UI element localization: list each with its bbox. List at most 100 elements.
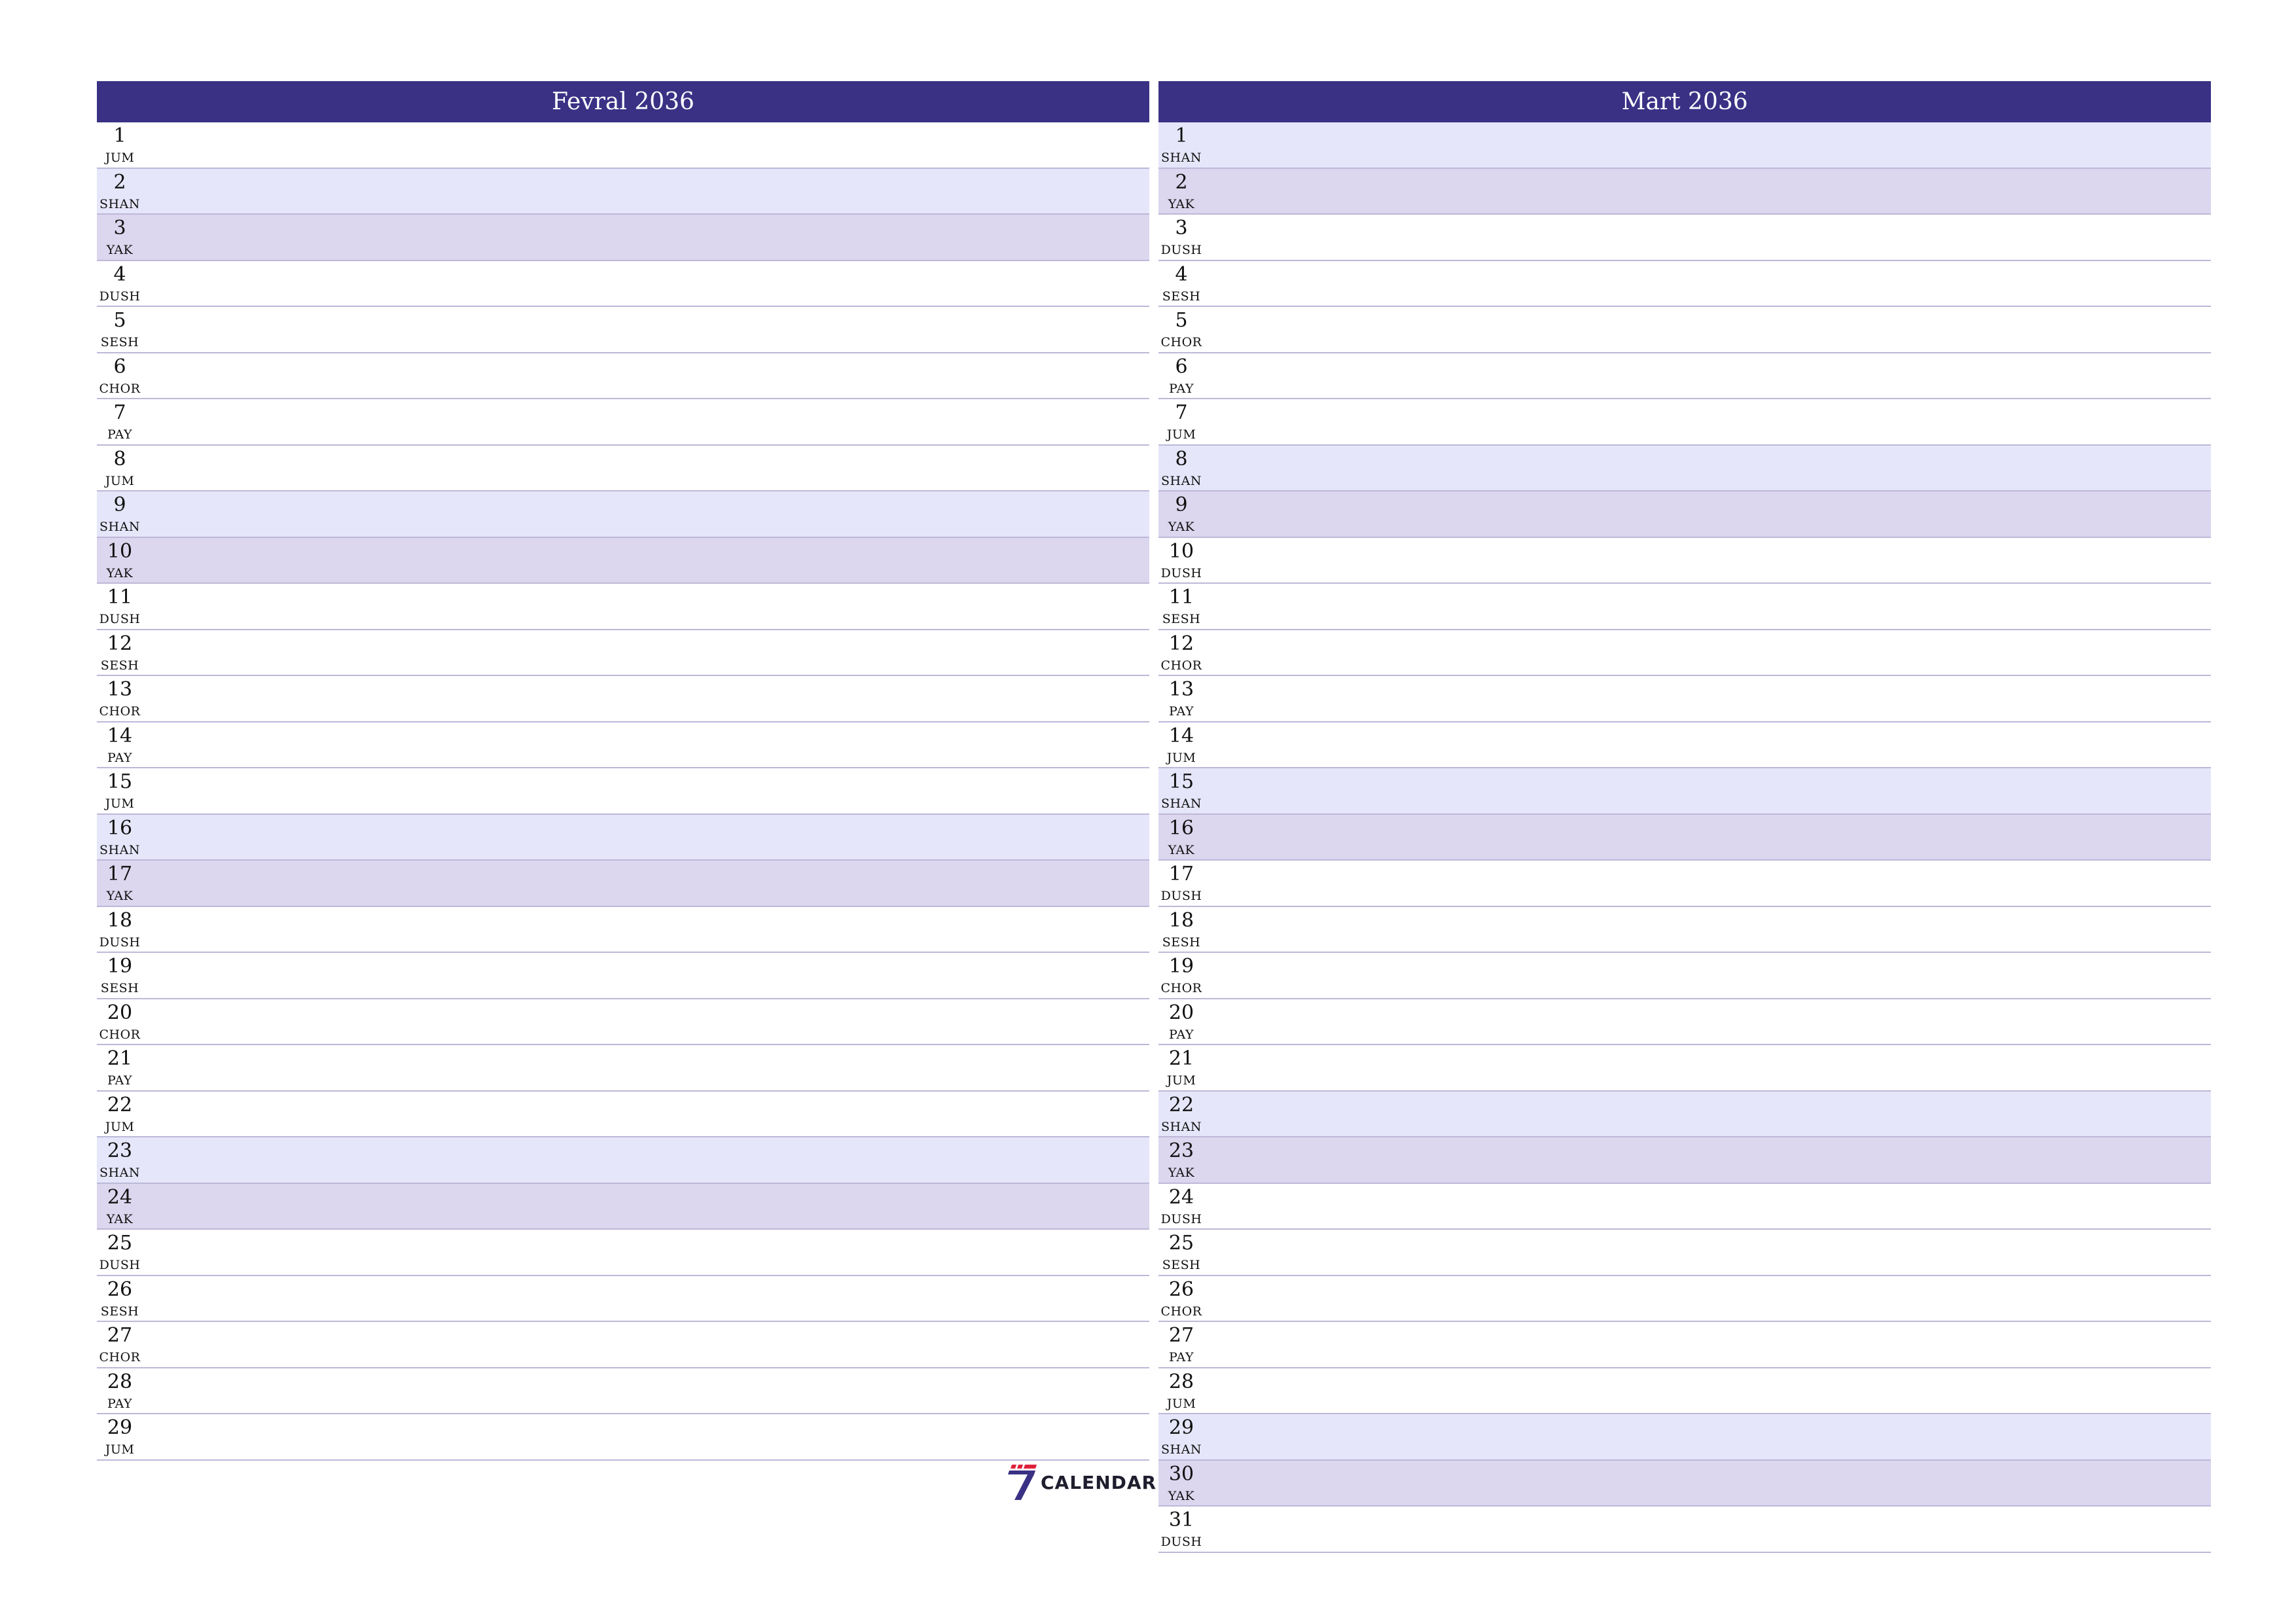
weekday-label: SESH xyxy=(1162,1258,1201,1272)
day-number: 8 xyxy=(1175,447,1188,471)
day-number: 27 xyxy=(107,1324,133,1347)
day-row: 6 PAY xyxy=(1158,353,2211,399)
day-list: 1 JUM 2 SHAN 3 YAK 4 DUSH 5 SESH 6 CHOR 7 PAY 8 JUM 9 SHA… xyxy=(97,122,1149,1461)
day-row: 14 JUM xyxy=(1158,722,2211,768)
day-number: 12 xyxy=(1168,632,1194,655)
day-number: 17 xyxy=(107,863,133,885)
weekday-label: YAK xyxy=(106,243,134,257)
weekday-label: SESH xyxy=(100,1304,139,1319)
day-row: 3 DUSH xyxy=(1158,215,2211,261)
day-number: 21 xyxy=(1168,1047,1194,1070)
weekday-label: YAK xyxy=(1168,1488,1195,1503)
weekday-label: DUSH xyxy=(99,1258,141,1272)
weekday-label: PAY xyxy=(107,427,133,442)
day-row: 3 YAK xyxy=(97,215,1149,261)
day-number: 25 xyxy=(107,1232,133,1255)
day-row: 4 SESH xyxy=(1158,260,2211,307)
day-row: 10 YAK xyxy=(97,537,1149,584)
day-number: 28 xyxy=(107,1370,133,1393)
brand-logo: CALENDAR xyxy=(1008,1465,1157,1500)
day-number: 26 xyxy=(107,1277,133,1301)
day-number: 22 xyxy=(1168,1093,1194,1116)
day-number: 20 xyxy=(1168,1001,1194,1024)
weekday-label: SESH xyxy=(100,658,139,673)
day-row: 24 DUSH xyxy=(1158,1183,2211,1230)
day-number: 24 xyxy=(1168,1185,1194,1209)
day-number: 29 xyxy=(107,1416,133,1439)
day-row: 19 CHOR xyxy=(1158,953,2211,999)
day-list: 1 SHAN 2 YAK 3 DUSH 4 SESH 5 CHOR 6 PAY 7 JUM 8 SHAN 9 YA… xyxy=(1158,122,2211,1553)
day-row: 28 PAY xyxy=(97,1368,1149,1414)
day-number: 18 xyxy=(1168,908,1194,932)
day-number: 1 xyxy=(113,124,126,147)
weekday-label: PAY xyxy=(1168,381,1194,396)
day-row: 21 PAY xyxy=(97,1045,1149,1092)
weekday-label: JUM xyxy=(105,1442,135,1457)
weekday-label: YAK xyxy=(1168,842,1195,857)
day-row: 20 CHOR xyxy=(97,999,1149,1045)
day-number: 23 xyxy=(107,1139,133,1162)
day-row: 1 SHAN xyxy=(1158,122,2211,169)
weekday-label: SHAN xyxy=(1161,796,1202,811)
day-row: 13 CHOR xyxy=(97,676,1149,722)
weekday-label: CHOR xyxy=(1160,335,1202,349)
day-row: 10 DUSH xyxy=(1158,537,2211,584)
weekday-label: DUSH xyxy=(1160,243,1202,257)
day-number: 4 xyxy=(113,262,126,286)
weekday-label: DUSH xyxy=(1160,565,1202,580)
weekday-label: DUSH xyxy=(1160,1211,1202,1226)
day-row: 12 SESH xyxy=(97,630,1149,676)
weekday-label: SESH xyxy=(1162,289,1201,304)
day-number: 16 xyxy=(107,816,133,840)
weekday-label: DUSH xyxy=(1160,889,1202,903)
day-row: 2 SHAN xyxy=(97,168,1149,215)
weekday-label: CHOR xyxy=(99,1350,141,1364)
day-row: 7 PAY xyxy=(97,399,1149,446)
weekday-label: YAK xyxy=(106,889,134,903)
day-row: 24 YAK xyxy=(97,1183,1149,1230)
day-row: 28 JUM xyxy=(1158,1368,2211,1414)
day-number: 15 xyxy=(1168,770,1194,793)
day-row: 11 SESH xyxy=(1158,584,2211,630)
weekday-label: CHOR xyxy=(99,381,141,396)
day-row: 16 YAK xyxy=(1158,814,2211,861)
day-number: 28 xyxy=(1168,1370,1194,1393)
seven-logo-icon xyxy=(1008,1465,1037,1500)
day-number: 10 xyxy=(107,539,133,563)
day-row: 29 SHAN xyxy=(1158,1414,2211,1461)
day-number: 21 xyxy=(107,1047,133,1070)
weekday-label: YAK xyxy=(1168,520,1195,534)
day-row: 27 PAY xyxy=(1158,1322,2211,1368)
day-row: 12 CHOR xyxy=(1158,630,2211,676)
day-number: 18 xyxy=(107,908,133,932)
day-number: 1 xyxy=(1175,124,1188,147)
day-number: 8 xyxy=(113,447,126,471)
day-row: 23 YAK xyxy=(1158,1137,2211,1184)
weekday-label: JUM xyxy=(105,151,135,165)
day-row: 5 CHOR xyxy=(1158,307,2211,353)
day-number: 23 xyxy=(1168,1139,1194,1162)
day-row: 16 SHAN xyxy=(97,814,1149,861)
day-number: 2 xyxy=(113,170,126,194)
day-number: 5 xyxy=(113,309,126,332)
weekday-label: JUM xyxy=(1166,1396,1196,1411)
day-row: 25 DUSH xyxy=(97,1230,1149,1276)
day-number: 9 xyxy=(113,493,126,516)
brand-text: CALENDAR xyxy=(1041,1471,1157,1493)
weekday-label: PAY xyxy=(107,750,133,765)
day-number: 19 xyxy=(1168,955,1194,978)
weekday-label: PAY xyxy=(1168,704,1194,719)
weekday-label: CHOR xyxy=(1160,981,1202,995)
day-number: 14 xyxy=(107,724,133,747)
day-number: 11 xyxy=(1168,586,1194,609)
weekday-label: YAK xyxy=(106,565,134,580)
day-row: 26 CHOR xyxy=(1158,1275,2211,1322)
day-number: 17 xyxy=(1168,863,1194,885)
day-row: 18 SESH xyxy=(1158,906,2211,953)
day-number: 29 xyxy=(1168,1416,1194,1439)
day-row: 18 DUSH xyxy=(97,906,1149,953)
day-row: 23 SHAN xyxy=(97,1137,1149,1184)
weekday-label: JUM xyxy=(105,796,135,811)
weekday-label: JUM xyxy=(1166,427,1196,442)
day-row: 2 YAK xyxy=(1158,168,2211,215)
